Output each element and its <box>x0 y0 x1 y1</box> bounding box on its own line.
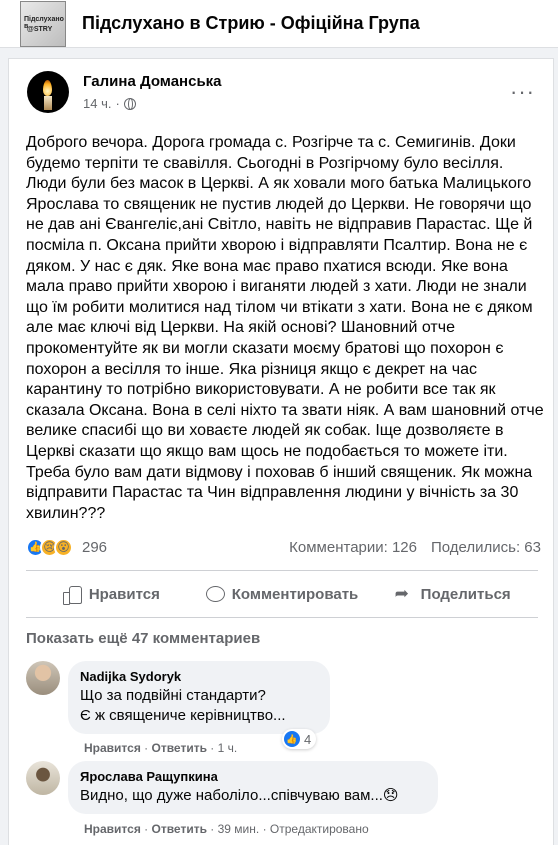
comment-reaction-badge[interactable]: 👍 4 <box>282 729 317 749</box>
more-options-icon[interactable]: ··· <box>510 79 535 105</box>
post-stats-row: 👍 😢 😮 296 Комментарии: 126 Поделились: 6… <box>26 535 541 559</box>
comment-reaction-count: 4 <box>304 731 312 747</box>
post-time-text: 14 ч. <box>83 96 112 111</box>
author-meta: Галина Доманська 14 ч. · <box>83 71 222 113</box>
comment-bubble: Nadijka Sydoryk Що за подвійні стандарти… <box>68 661 330 734</box>
post-actions: Нравится Комментировать ➦ Поделиться <box>26 572 538 616</box>
comment-bubble-icon <box>205 585 225 603</box>
post-author-row: Галина Доманська 14 ч. · <box>27 71 222 113</box>
reaction-count[interactable]: 296 <box>82 539 107 556</box>
comment-time[interactable]: 39 мин. <box>218 822 260 836</box>
candle-icon <box>44 96 52 110</box>
comment-reply-link[interactable]: Ответить <box>152 741 207 755</box>
show-more-comments-link[interactable]: Показать ещё 47 комментариев <box>26 630 260 647</box>
comment-text: Видно, що дуже наболіло...співчуваю вам.… <box>80 787 399 804</box>
wow-reaction-icon: 😮 <box>54 537 73 557</box>
group-thumbnail[interactable]: Підслухано в @STRY <box>20 0 66 47</box>
comment-edited-label: Отредактировано <box>269 822 369 836</box>
comments-count[interactable]: Комментарии: 126 <box>289 539 417 556</box>
share-button-label: Поделиться <box>420 585 511 603</box>
commenter-avatar[interactable] <box>26 661 60 695</box>
comment-bubble: Ярослава Ращупкина Видно, що дуже наболі… <box>68 761 438 814</box>
group-header: Підслухано в @STRY Підслухано в Стрию - … <box>0 0 558 48</box>
globe-icon <box>123 97 136 110</box>
comment-text: Що за подвійні стандарти? Є ж священиче … <box>80 687 286 724</box>
like-button-label: Нравится <box>88 585 160 603</box>
post-body-text: Доброго вечора. Дорога громада с. Розгір… <box>26 134 544 522</box>
author-avatar[interactable] <box>27 71 69 113</box>
comment-item: Ярослава Ращупкина Видно, що дуже наболі… <box>26 761 438 814</box>
divider <box>26 617 538 618</box>
comment-button[interactable]: Комментировать <box>197 572 368 616</box>
comment-meta: Нравится · Ответить · 1 ч. <box>84 741 238 755</box>
like-button[interactable]: Нравится <box>26 572 197 616</box>
post-timestamp[interactable]: 14 ч. · <box>83 96 222 111</box>
candle-flame-icon <box>43 80 52 96</box>
commenter-name[interactable]: Nadijka Sydoryk <box>80 669 318 684</box>
reaction-icons[interactable]: 👍 😢 😮 <box>26 537 73 557</box>
commenter-name[interactable]: Ярослава Ращупкина <box>80 769 426 784</box>
comment-button-label: Комментировать <box>231 585 359 603</box>
post-card: Галина Доманська 14 ч. · ··· Доброго веч… <box>8 58 554 845</box>
separator-dot: · <box>115 96 120 111</box>
commenter-avatar[interactable] <box>26 761 60 795</box>
comment-item: Nadijka Sydoryk Що за подвійні стандарти… <box>26 661 330 734</box>
comment-time[interactable]: 1 ч. <box>218 741 238 755</box>
comment-like-link[interactable]: Нравится <box>84 822 141 836</box>
thumbs-up-icon <box>62 585 82 605</box>
like-reaction-icon: 👍 <box>284 731 300 747</box>
divider <box>26 570 538 571</box>
group-title[interactable]: Підслухано в Стрию - Офіційна Група <box>82 13 420 34</box>
comment-like-link[interactable]: Нравится <box>84 741 141 755</box>
share-arrow-icon: ➦ <box>394 584 409 603</box>
shares-count[interactable]: Поделились: 63 <box>431 539 541 556</box>
share-button[interactable]: ➦ Поделиться <box>367 572 538 616</box>
comment-reply-link[interactable]: Ответить <box>152 822 207 836</box>
author-name[interactable]: Галина Доманська <box>83 73 222 90</box>
comment-meta: Нравится · Ответить · 39 мин. · Отредакт… <box>84 822 369 836</box>
group-thumb-text-2: @STRY <box>27 25 53 33</box>
